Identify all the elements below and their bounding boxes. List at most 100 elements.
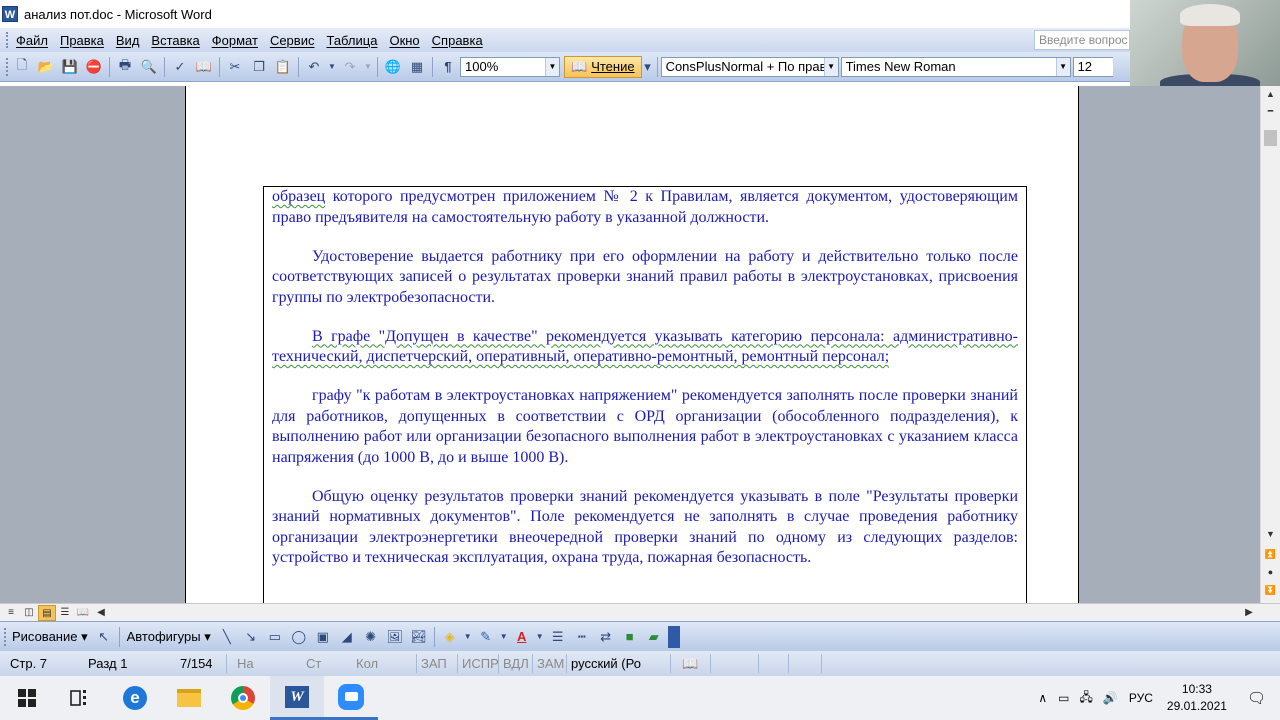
help-search-input[interactable]: Введите вопрос (1034, 30, 1130, 50)
spelling-icon[interactable]: ✓ (169, 56, 191, 78)
edge-browser-icon[interactable]: e (108, 676, 162, 720)
print-icon[interactable]: 🖶 (114, 56, 136, 78)
style-select[interactable]: ConsPlusNormal + По прав ▼ (660, 56, 839, 77)
undo-icon[interactable]: ↶ (303, 56, 325, 78)
font-select[interactable]: Times New Roman ▼ (840, 56, 1071, 77)
undo-dropdown-icon[interactable]: ▼ (327, 56, 337, 78)
outline-view-icon[interactable]: ☰ (56, 605, 74, 621)
normal-view-icon[interactable]: ≡ (2, 605, 20, 621)
diagram-icon[interactable]: ✺ (360, 626, 382, 648)
status-extend[interactable]: ВДЛ (498, 654, 532, 673)
document-text[interactable]: образец которого предусмотрен приложение… (272, 187, 1018, 587)
spelling-status-icon[interactable]: 📖 (670, 654, 710, 673)
print-layout-icon[interactable]: ▤ (38, 604, 56, 621)
hyperlink-icon[interactable]: 🌐 (382, 56, 404, 78)
zoom-icon[interactable] (324, 676, 378, 720)
windows-start-icon[interactable] (0, 676, 54, 720)
open-folder-icon[interactable]: 📂 (35, 56, 57, 78)
3d-icon[interactable]: ▰ (643, 626, 665, 648)
text-box-icon[interactable]: ▣ (312, 626, 334, 648)
menu-insert[interactable]: Вставка (145, 33, 205, 48)
permission-icon[interactable]: ⛔ (83, 56, 105, 78)
picture-icon[interactable]: 🏞 (408, 626, 430, 648)
chevron-down-icon[interactable]: ▼ (823, 57, 838, 76)
horizontal-scrollbar[interactable]: ≡ ◫ ▤ ☰ 📖 ◀ ▶ (0, 603, 1280, 621)
print-preview-icon[interactable]: 🔍 (138, 56, 160, 78)
redo-dropdown-icon[interactable]: ▼ (363, 56, 373, 78)
scroll-right-icon[interactable]: ▶ (1240, 605, 1258, 621)
menu-format[interactable]: Формат (206, 33, 264, 48)
status-track-changes[interactable]: ИСПР (457, 654, 499, 673)
menu-window[interactable]: Окно (383, 33, 425, 48)
cut-icon[interactable]: ✂ (224, 56, 246, 78)
menu-edit[interactable]: Правка (54, 33, 110, 48)
autoshapes-button[interactable]: Автофигуры ▾ (123, 629, 215, 645)
clock[interactable]: 10:33 29.01.2021 (1167, 681, 1227, 715)
redo-icon[interactable]: ↷ (339, 56, 361, 78)
scroll-down-icon[interactable]: ▼ (1261, 526, 1280, 543)
clipart-icon[interactable]: 🖼 (384, 626, 406, 648)
fill-color-icon[interactable]: ◈ (439, 626, 461, 648)
paste-icon[interactable]: 📋 (272, 56, 294, 78)
save-icon[interactable]: 💾 (59, 56, 81, 78)
document-area[interactable]: образец которого предусмотрен приложение… (0, 86, 1260, 603)
notifications-icon[interactable]: 🗨 (1247, 689, 1266, 707)
chevron-down-icon[interactable]: ▼ (1055, 57, 1070, 76)
show-formatting-icon[interactable]: ¶ (437, 56, 459, 78)
shadow-icon[interactable]: ■ (619, 626, 641, 648)
task-view-icon[interactable] (54, 676, 108, 720)
font-color-icon[interactable]: A (511, 626, 533, 648)
research-icon[interactable]: 📖 (193, 56, 215, 78)
font-color-dropdown-icon[interactable]: ▼ (535, 626, 545, 648)
dash-style-icon[interactable]: ┅ (571, 626, 593, 648)
browse-object-icon[interactable]: ● (1261, 564, 1280, 581)
line-color-icon[interactable]: ✎ (475, 626, 497, 648)
status-record[interactable]: ЗАП (416, 654, 457, 673)
fill-color-dropdown-icon[interactable]: ▼ (463, 626, 473, 648)
reading-view-icon[interactable]: 📖 (74, 605, 92, 621)
draw-menu-button[interactable]: Рисование ▾ (8, 629, 92, 645)
status-overtype[interactable]: ЗАМ (532, 654, 566, 673)
input-language[interactable]: РУС (1129, 691, 1153, 705)
chevron-down-icon[interactable]: ▼ (545, 57, 559, 76)
toolbar-options-icon[interactable]: ▾ (643, 56, 653, 78)
line-icon[interactable]: ╲ (216, 626, 238, 648)
menu-tools[interactable]: Сервис (264, 33, 321, 48)
copy-icon[interactable]: ❐ (248, 56, 270, 78)
menu-table[interactable]: Таблица (320, 33, 383, 48)
select-objects-icon[interactable]: ↖ (93, 626, 115, 648)
reading-mode-button[interactable]: 📖 Чтение (564, 55, 642, 78)
chrome-icon[interactable] (216, 676, 270, 720)
volume-icon[interactable]: 🔊 (1103, 691, 1118, 705)
file-explorer-icon[interactable] (162, 676, 216, 720)
table-icon[interactable]: ▦ (406, 56, 428, 78)
word-taskbar-icon[interactable]: W (270, 676, 324, 720)
menu-help[interactable]: Справка (426, 33, 489, 48)
toolbar-options-icon[interactable] (667, 625, 680, 648)
line-color-dropdown-icon[interactable]: ▼ (499, 626, 509, 648)
previous-page-icon[interactable]: ⏫ (1261, 546, 1280, 563)
web-view-icon[interactable]: ◫ (20, 605, 38, 621)
zoom-select[interactable]: 100% ▼ (460, 56, 560, 77)
word-icon[interactable]: W (2, 6, 18, 22)
network-icon[interactable]: 🖧 (1080, 688, 1093, 709)
line-style-icon[interactable]: ☰ (547, 626, 569, 648)
menu-view[interactable]: Вид (110, 33, 146, 48)
new-document-icon[interactable]: 🗋 (11, 56, 33, 78)
wordart-icon[interactable]: ◢ (336, 626, 358, 648)
vertical-scrollbar[interactable]: ▲ ━ ▼ ⏫ ● ⏬ (1260, 86, 1280, 603)
document-page[interactable]: образец которого предусмотрен приложение… (185, 86, 1079, 603)
oval-icon[interactable]: ◯ (288, 626, 310, 648)
scroll-thumb[interactable] (1264, 130, 1277, 146)
font-size-select[interactable]: 12 (1072, 56, 1113, 77)
next-page-icon[interactable]: ⏬ (1261, 582, 1280, 599)
split-handle-icon[interactable]: ━ (1261, 103, 1280, 120)
battery-icon[interactable]: ▭ (1058, 691, 1069, 705)
scroll-up-icon[interactable]: ▲ (1261, 86, 1280, 103)
rectangle-icon[interactable]: ▭ (264, 626, 286, 648)
scroll-left-icon[interactable]: ◀ (92, 605, 110, 621)
menu-file[interactable]: Файл (10, 33, 54, 48)
chevron-up-icon[interactable]: ∧ (1038, 691, 1047, 705)
arrow-icon[interactable]: ↘ (240, 626, 262, 648)
status-language[interactable]: русский (Ро (566, 654, 670, 673)
